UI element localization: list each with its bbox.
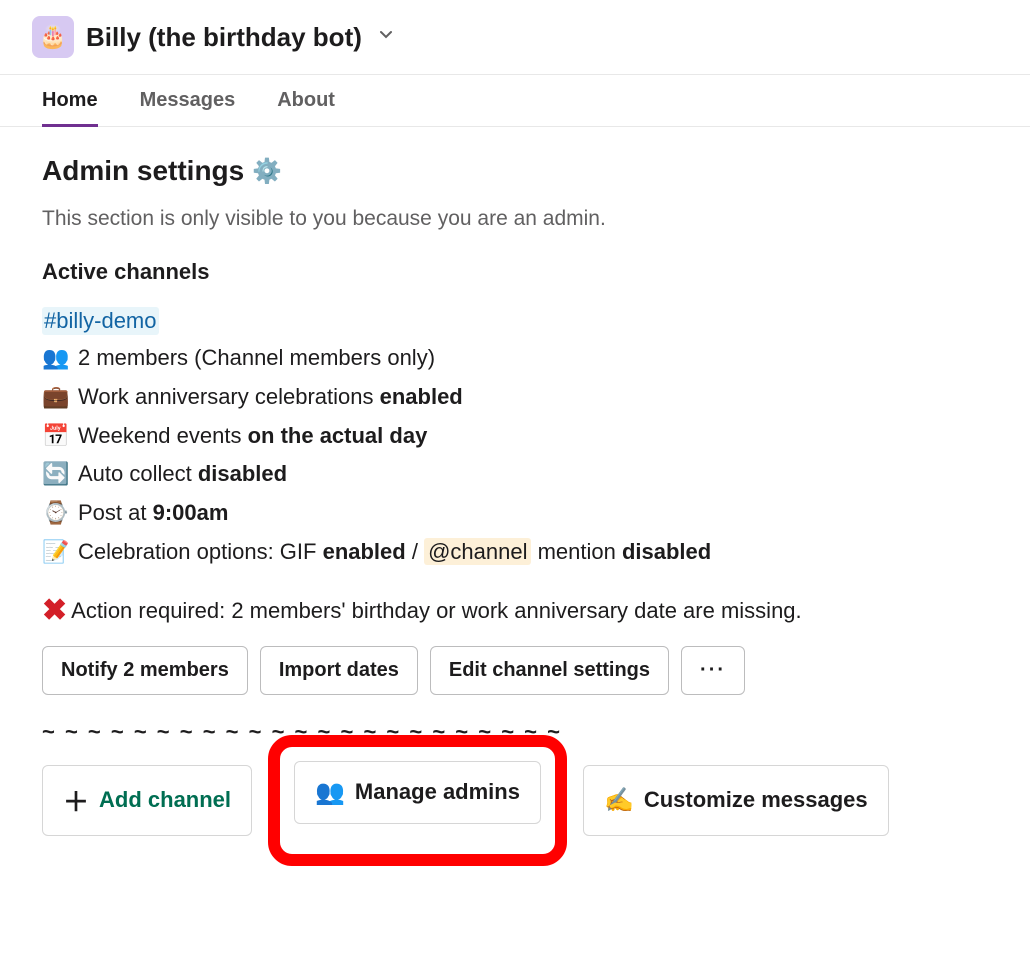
post-text: Post at 9:00am <box>78 498 228 529</box>
tab-about[interactable]: About <box>277 75 335 126</box>
plus-icon: ＋ <box>63 782 89 819</box>
notify-button[interactable]: Notify 2 members <box>42 646 248 695</box>
anniversary-prefix: Work anniversary celebrations <box>78 384 380 409</box>
add-channel-button[interactable]: ＋ Add channel <box>42 765 252 836</box>
autocollect-prefix: Auto collect <box>78 461 198 486</box>
manage-admins-highlight: 👥 Manage admins <box>268 735 567 866</box>
anniversary-line: 💼 Work anniversary celebrations enabled <box>42 382 988 413</box>
edit-channel-button[interactable]: Edit channel settings <box>430 646 669 695</box>
celebration-text: Celebration options: GIF enabled / @chan… <box>78 537 711 568</box>
customize-messages-button[interactable]: ✍️ Customize messages <box>583 765 889 836</box>
weekend-text: Weekend events on the actual day <box>78 421 427 452</box>
weekend-state: on the actual day <box>248 423 428 448</box>
refresh-icon: 🔄 <box>42 459 70 490</box>
mention-state: disabled <box>622 539 711 564</box>
tab-messages[interactable]: Messages <box>140 75 236 126</box>
customize-messages-label: Customize messages <box>644 787 868 813</box>
weekend-line: 📅 Weekend events on the actual day <box>42 421 988 452</box>
import-dates-button[interactable]: Import dates <box>260 646 418 695</box>
briefcase-icon: 💼 <box>42 382 70 413</box>
channel-link[interactable]: #billy-demo <box>42 307 159 335</box>
bottom-button-row: ＋ Add channel 👥 Manage admins ✍️ Customi… <box>42 765 988 836</box>
post-time: 9:00am <box>153 500 229 525</box>
silhouettes-icon: 👥 <box>42 343 70 374</box>
celebration-line: 📝 Celebration options: GIF enabled / @ch… <box>42 537 988 568</box>
add-channel-label: Add channel <box>99 787 231 813</box>
at-channel-mention: @channel <box>424 538 531 565</box>
watch-icon: ⌚ <box>42 498 70 529</box>
manage-admins-button[interactable]: 👥 Manage admins <box>294 761 541 824</box>
members-line: 👥 2 members (Channel members only) <box>42 343 988 374</box>
action-required-text: Action required: 2 members' birthday or … <box>71 598 802 624</box>
autocollect-line: 🔄 Auto collect disabled <box>42 459 988 490</box>
gear-icon: ⚙️ <box>252 157 282 186</box>
admin-subtitle: This section is only visible to you beca… <box>42 207 988 231</box>
autocollect-text: Auto collect disabled <box>78 459 287 490</box>
sep: / <box>406 539 424 564</box>
post-prefix: Post at <box>78 500 153 525</box>
writing-hand-icon: ✍️ <box>604 786 634 815</box>
more-button[interactable]: ··· <box>681 646 745 695</box>
post-time-line: ⌚ Post at 9:00am <box>42 498 988 529</box>
memo-icon: 📝 <box>42 537 70 568</box>
tab-home[interactable]: Home <box>42 75 98 126</box>
action-required-line: ✖ Action required: 2 members' birthday o… <box>42 596 988 626</box>
active-channels-label: Active channels <box>42 259 988 285</box>
admin-title-text: Admin settings <box>42 155 244 187</box>
chevron-down-icon <box>378 27 394 48</box>
weekend-prefix: Weekend events <box>78 423 248 448</box>
content: Admin settings ⚙️ This section is only v… <box>0 127 1030 878</box>
anniversary-state: enabled <box>380 384 463 409</box>
action-button-row: Notify 2 members Import dates Edit chann… <box>42 646 988 695</box>
members-text: 2 members (Channel members only) <box>78 343 435 374</box>
tabs: Home Messages About <box>0 74 1030 127</box>
celebration-prefix: Celebration options: GIF <box>78 539 323 564</box>
calendar-icon: 📅 <box>42 421 70 452</box>
silhouettes-icon: 👥 <box>315 778 345 807</box>
app-header[interactable]: 🎂 Billy (the birthday bot) <box>0 0 1030 74</box>
gif-state: enabled <box>323 539 406 564</box>
app-icon: 🎂 <box>32 16 74 58</box>
x-icon: ✖ <box>42 596 67 626</box>
admin-settings-title: Admin settings ⚙️ <box>42 155 988 187</box>
autocollect-state: disabled <box>198 461 287 486</box>
anniversary-text: Work anniversary celebrations enabled <box>78 382 463 413</box>
manage-admins-label: Manage admins <box>355 779 520 805</box>
app-title: Billy (the birthday bot) <box>86 22 362 53</box>
mention-word: mention <box>531 539 622 564</box>
